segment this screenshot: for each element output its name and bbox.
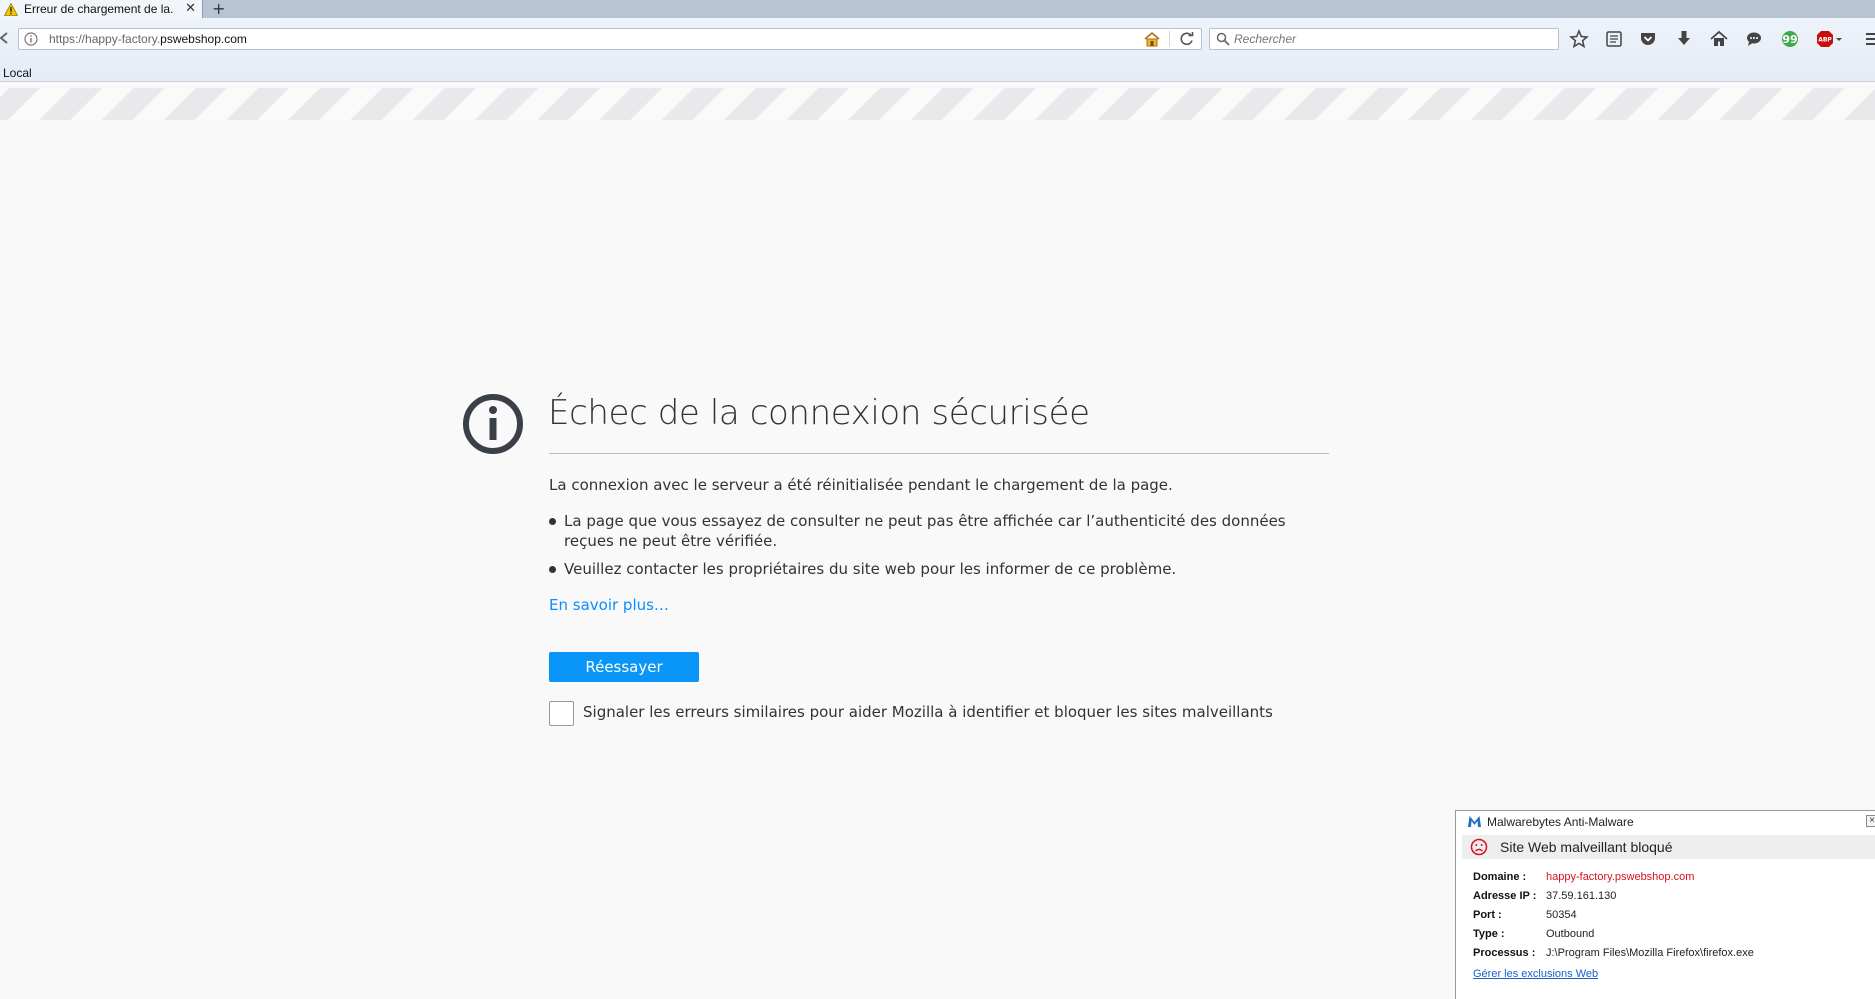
tab-title: Erreur de chargement de la... — [24, 2, 174, 16]
tab-active[interactable]: Erreur de chargement de la... ✕ — [0, 0, 203, 18]
site-info-icon[interactable] — [24, 32, 38, 46]
malwarebytes-notification: Malwarebytes Anti-Malware × Site Web mal… — [1455, 810, 1875, 999]
manage-exclusions-link[interactable]: Gérer les exclusions Web — [1473, 968, 1598, 980]
bookmark-local[interactable]: Local — [3, 66, 32, 80]
reload-icon[interactable] — [1179, 31, 1195, 47]
notification-message: Site Web malveillant bloqué — [1500, 839, 1673, 855]
search-bar[interactable] — [1209, 28, 1559, 50]
home-icon[interactable] — [1708, 28, 1730, 50]
menu-icon[interactable] — [1862, 28, 1875, 50]
detail-value: 50354 — [1546, 909, 1577, 921]
page-title: Échec de la connexion sécurisée — [548, 393, 1090, 433]
search-input[interactable] — [1234, 31, 1544, 47]
notification-header: Malwarebytes Anti-Malware × — [1456, 811, 1875, 833]
url-domain: pswebshop.com — [160, 32, 247, 46]
detail-value: J:\Program Files\Mozilla Firefox\firefox… — [1546, 947, 1754, 959]
sad-face-icon — [1470, 838, 1488, 856]
star-icon[interactable] — [1568, 28, 1590, 50]
learn-more-link[interactable]: En savoir plus… — [549, 596, 669, 614]
list-item: La page que vous essayez de consulter ne… — [549, 511, 1329, 551]
green-quote-icon[interactable]: 99 — [1779, 28, 1801, 50]
warning-stripe-banner — [0, 88, 1875, 120]
svg-text:99: 99 — [1782, 33, 1797, 46]
chat-icon[interactable] — [1743, 28, 1765, 50]
tab-strip: Erreur de chargement de la... ✕ + — [0, 0, 1875, 18]
url-prefix: https://happy-factory. — [49, 32, 161, 46]
set-home-icon[interactable] — [1143, 31, 1161, 47]
close-icon[interactable]: × — [1866, 815, 1875, 827]
warning-icon — [4, 2, 18, 16]
error-description: La connexion avec le serveur a été réini… — [549, 476, 1173, 494]
detail-key: Processus : — [1473, 947, 1536, 959]
new-tab-icon[interactable]: + — [212, 0, 225, 18]
url-bar[interactable]: https://happy-factory.pswebshop.com — [18, 28, 1202, 50]
error-details-list: La page que vous essayez de consulter ne… — [549, 511, 1329, 587]
notification-title-band: Site Web malveillant bloqué — [1462, 835, 1875, 859]
malwarebytes-logo-icon — [1468, 816, 1481, 827]
detail-key: Port : — [1473, 909, 1502, 921]
list-item: Veuillez contacter les propriétaires du … — [549, 559, 1329, 579]
reading-list-icon[interactable] — [1603, 28, 1625, 50]
pocket-icon[interactable] — [1637, 28, 1659, 50]
url-bar-divider — [1169, 31, 1170, 47]
svg-text:ABP: ABP — [1818, 37, 1832, 44]
title-divider — [549, 453, 1329, 454]
detail-value: Outbound — [1546, 928, 1595, 940]
report-errors-label: Signaler les erreurs similaires pour aid… — [583, 703, 1273, 721]
report-errors-checkbox[interactable] — [549, 701, 574, 726]
navigation-toolbar: https://happy-factory.pswebshop.com Rech… — [0, 18, 1875, 82]
search-icon — [1216, 32, 1230, 46]
close-tab-icon[interactable]: ✕ — [185, 1, 196, 16]
detail-value: happy-factory.pswebshop.com — [1546, 871, 1695, 883]
detail-key: Domaine : — [1473, 871, 1527, 883]
info-icon — [463, 394, 523, 454]
retry-button[interactable]: Réessayer — [549, 652, 699, 682]
notification-app-name: Malwarebytes Anti-Malware — [1487, 815, 1634, 829]
download-icon[interactable] — [1673, 28, 1695, 50]
detail-key: Adresse IP : — [1473, 890, 1537, 902]
detail-key: Type : — [1473, 928, 1505, 940]
detail-value: 37.59.161.130 — [1546, 890, 1617, 902]
adblock-plus-icon[interactable]: ABP — [1814, 28, 1844, 50]
back-button[interactable] — [0, 30, 8, 46]
url-text[interactable]: https://happy-factory.pswebshop.com — [49, 32, 247, 46]
